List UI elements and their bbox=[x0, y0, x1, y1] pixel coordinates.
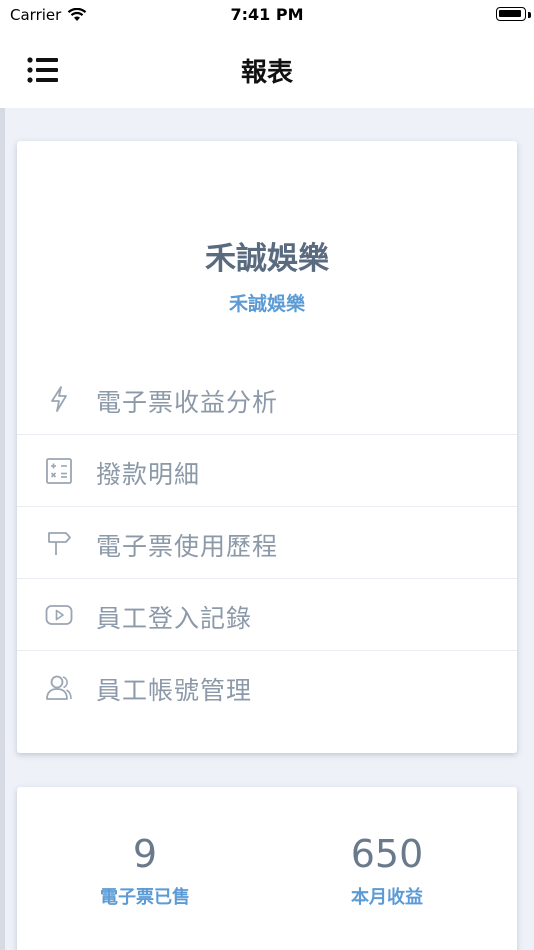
page-title: 報表 bbox=[240, 58, 293, 88]
battery-tip bbox=[528, 12, 531, 18]
report-card: 禾誠娛樂 禾誠娛樂 電子票收益分析 撥款明細 電子票使用歷程 員工登入記錄 員工… bbox=[17, 141, 517, 753]
side-drawer-edge bbox=[0, 108, 5, 950]
menu-item-label: 電子票使用歷程 bbox=[96, 532, 279, 561]
video-play-icon bbox=[45, 605, 73, 625]
company-name: 禾誠娛樂 bbox=[205, 241, 329, 277]
menu-item-ticket-revenue[interactable]: 電子票收益分析 bbox=[17, 363, 517, 435]
menu-item-label: 撥款明細 bbox=[96, 460, 201, 489]
status-time: 7:41 PM bbox=[230, 5, 304, 24]
menu-item-staff-account-management[interactable]: 員工帳號管理 bbox=[17, 651, 517, 723]
users-icon bbox=[46, 675, 72, 700]
menu-item-ticket-usage-history[interactable]: 電子票使用歷程 bbox=[17, 507, 517, 579]
signpost-icon bbox=[48, 532, 71, 555]
monthly-revenue-value: 650 bbox=[350, 832, 424, 876]
menu-item-label: 員工登入記錄 bbox=[96, 604, 253, 633]
stats-card: 9 電子票已售 650 本月收益 bbox=[17, 787, 517, 950]
menu-item-staff-login-records[interactable]: 員工登入記錄 bbox=[17, 579, 517, 651]
battery-icon bbox=[496, 7, 526, 21]
navigation-bar: 報表 bbox=[0, 30, 534, 108]
lightning-icon bbox=[51, 386, 67, 412]
tickets-sold-stat: 9 電子票已售 bbox=[20, 831, 270, 909]
report-menu-list: 電子票收益分析 撥款明細 電子票使用歷程 員工登入記錄 員工帳號管理 bbox=[17, 363, 517, 723]
company-subtitle: 禾誠娛樂 bbox=[228, 293, 305, 315]
calculator-icon bbox=[46, 458, 72, 484]
menu-item-label: 員工帳號管理 bbox=[96, 676, 253, 705]
menu-item-label: 電子票收益分析 bbox=[96, 388, 279, 417]
tickets-sold-value: 9 bbox=[132, 832, 158, 876]
status-bar: Carrier 7:41 PM bbox=[0, 0, 534, 30]
monthly-revenue-stat: 650 本月收益 bbox=[262, 831, 512, 909]
menu-item-payout-details[interactable]: 撥款明細 bbox=[17, 435, 517, 507]
monthly-revenue-label: 本月收益 bbox=[351, 887, 423, 908]
tickets-sold-label: 電子票已售 bbox=[100, 887, 190, 908]
